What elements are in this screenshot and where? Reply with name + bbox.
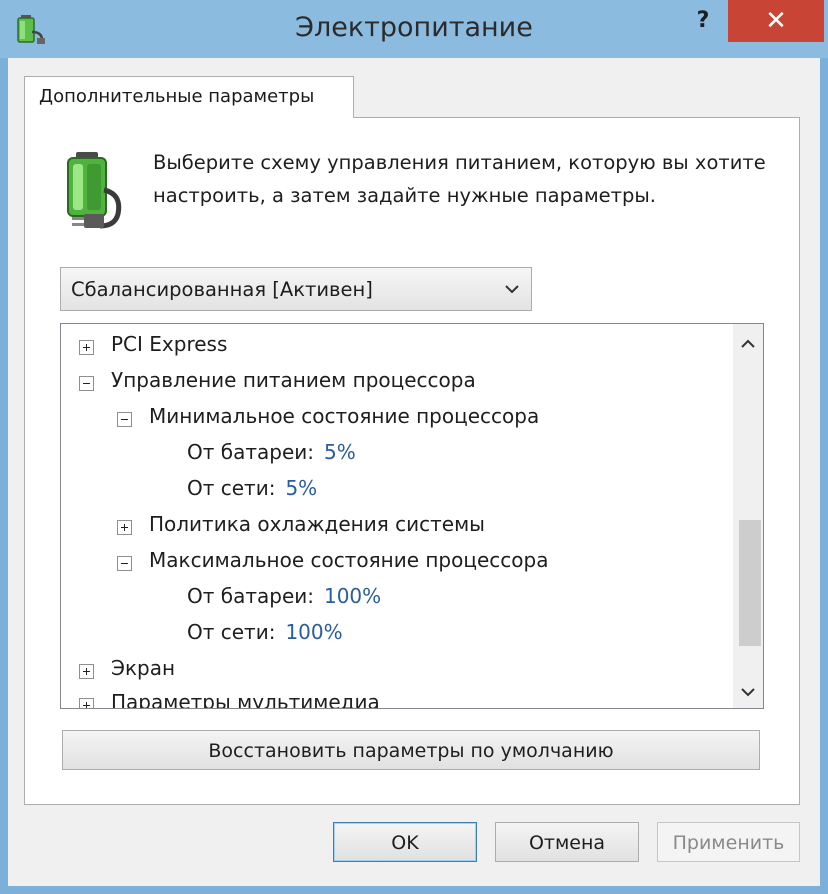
expand-button[interactable] (79, 340, 94, 355)
tree-item-label: Управление питанием процессора (111, 368, 476, 392)
power-options-window: Электропитание ? ✕ Дополнительные параме… (0, 0, 828, 894)
chevron-down-icon (505, 285, 519, 294)
tab-advanced-settings[interactable]: Дополнительные параметры (24, 76, 354, 118)
restore-defaults-label: Восстановить параметры по умолчанию (208, 740, 614, 762)
tree-item-display[interactable]: Экран (77, 656, 175, 686)
expand-button[interactable] (117, 520, 132, 535)
setting-label: От сети: (187, 476, 276, 500)
power-plan-selected-value: Сбалансированная [Активен] (71, 278, 373, 301)
setting-value-link[interactable]: 100% (285, 620, 342, 644)
collapse-button[interactable] (117, 412, 132, 427)
tree-item-min-plugged-in[interactable]: От сети: 5% (187, 476, 317, 506)
tree-item-min-on-battery[interactable]: От батареи: 5% (187, 440, 356, 470)
scroll-thumb[interactable] (739, 520, 761, 646)
apply-button: Применить (657, 822, 800, 862)
cancel-label: Отмена (528, 832, 606, 854)
setting-label: От сети: (187, 620, 276, 644)
title-bar[interactable]: Электропитание ? ✕ (0, 0, 828, 58)
chevron-up-icon (741, 339, 755, 348)
expand-button[interactable] (79, 698, 94, 708)
setting-label: От батареи: (187, 584, 314, 608)
tree-item-max-processor-state[interactable]: Максимальное состояние процессора (115, 548, 548, 578)
vertical-scrollbar[interactable] (733, 324, 763, 708)
chevron-down-icon (741, 688, 755, 697)
tree-item-cooling-policy[interactable]: Политика охлаждения системы (115, 512, 485, 542)
collapse-button[interactable] (117, 556, 132, 571)
close-icon: ✕ (765, 6, 787, 36)
dialog-body: Дополнительные параметры Выберите схему … (8, 58, 820, 886)
settings-tree[interactable]: PCI Express Управление питанием процессо… (60, 323, 764, 709)
tree-item-label: Минимальное состояние процессора (149, 404, 540, 428)
scroll-up-button[interactable] (733, 330, 763, 360)
expand-button[interactable] (79, 664, 94, 679)
help-button[interactable]: ? (686, 6, 720, 36)
ok-button[interactable]: OK (333, 822, 477, 862)
tree-item-label: Параметры мультимедиа (111, 690, 380, 709)
scroll-down-button[interactable] (733, 678, 763, 708)
ok-label: OK (391, 832, 419, 854)
tree-item-multimedia[interactable]: Параметры мультимедиа (77, 690, 380, 709)
tree-item-label: Максимальное состояние процессора (149, 548, 549, 572)
close-button[interactable]: ✕ (728, 0, 824, 42)
tree-item-label: PCI Express (111, 332, 228, 356)
setting-value-link[interactable]: 100% (324, 584, 381, 608)
setting-value-link[interactable]: 5% (324, 440, 356, 464)
tree-item-min-processor-state[interactable]: Минимальное состояние процессора (115, 404, 539, 434)
tree-item-max-plugged-in[interactable]: От сети: 100% (187, 620, 343, 650)
setting-label: От батареи: (187, 440, 314, 464)
battery-plug-icon (67, 152, 122, 229)
setting-value-link[interactable]: 5% (285, 476, 317, 500)
apply-label: Применить (672, 832, 785, 854)
collapse-button[interactable] (79, 376, 94, 391)
tree-item-max-on-battery[interactable]: От батареи: 100% (187, 584, 381, 614)
tree-item-label: Экран (111, 656, 176, 680)
tree-item-pci-express[interactable]: PCI Express (77, 332, 227, 362)
power-plan-select[interactable]: Сбалансированная [Активен] (60, 267, 532, 311)
tree-item-processor-power[interactable]: Управление питанием процессора (77, 368, 476, 398)
tree-item-label: Политика охлаждения системы (149, 512, 485, 536)
restore-defaults-button[interactable]: Восстановить параметры по умолчанию (62, 730, 760, 770)
cancel-button[interactable]: Отмена (495, 822, 639, 862)
instruction-text: Выберите схему управления питанием, кото… (153, 151, 766, 207)
tab-label: Дополнительные параметры (39, 86, 315, 107)
